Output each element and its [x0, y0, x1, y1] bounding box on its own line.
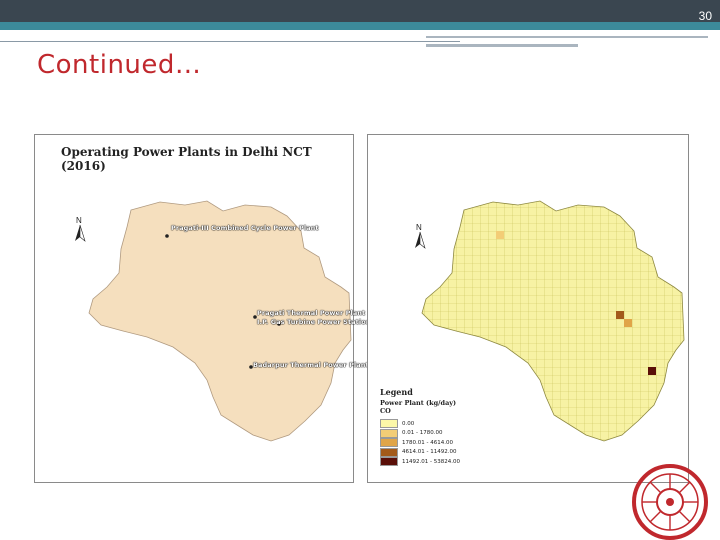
north-label: N: [76, 216, 82, 225]
legend-swatch: [380, 419, 398, 429]
north-arrow-icon: [75, 224, 86, 242]
slide-number: 30: [698, 9, 712, 23]
legend-swatch: [380, 457, 398, 467]
grid-cell-medium: [624, 319, 632, 327]
legend-label: 0.01 - 1780.00: [402, 430, 443, 437]
map-legend: Legend Power Plant (kg/day) CO 0.00 0.01 …: [380, 387, 460, 467]
slide-title: Continued…: [37, 50, 202, 80]
institute-emblem-logo: [632, 464, 708, 540]
header-decor-line: [426, 44, 578, 47]
legend-row: 11492.01 - 53824.00: [380, 457, 460, 467]
legend-row: 0.00: [380, 419, 460, 429]
power-plants-map-panel: Operating Power Plants in Delhi NCT (201…: [34, 134, 370, 483]
legend-label: 4614.01 - 11492.00: [402, 449, 457, 456]
legend-label: 11492.01 - 53824.00: [402, 458, 460, 465]
legend-pollutant: CO: [380, 407, 391, 415]
legend-swatch: [380, 447, 398, 457]
north-arrow-icon: [415, 231, 426, 249]
north-label: N: [416, 223, 422, 232]
co-emission-map-panel: N Legend Power Plant (kg/day) CO 0.00 0.0…: [367, 134, 689, 483]
legend-row: 0.01 - 1780.00: [380, 428, 460, 439]
legend-label: 1780.01 - 4614.00: [402, 439, 453, 446]
plant-marker: [165, 234, 169, 238]
plant-label: I.P. Gas Turbine Power Station: [257, 318, 371, 326]
legend-label: 0.00: [402, 420, 415, 427]
legend-row: 1780.01 - 4614.00: [380, 438, 460, 448]
header-decor-line: [0, 41, 460, 42]
legend-subtitle: Power Plant (kg/day): [380, 399, 457, 407]
legend-swatch: [380, 428, 398, 438]
plant-label: Pragati Thermal Power Plant: [257, 309, 366, 317]
legend-title: Legend: [380, 387, 413, 397]
header-decor-line: [426, 36, 708, 38]
legend-swatch: [380, 438, 398, 448]
header-bar: [0, 0, 720, 22]
header-accent-bar: [0, 22, 720, 30]
plant-label: Pragati-III Combined Cycle Power Plant: [171, 224, 319, 232]
grid-cell-low: [496, 231, 504, 239]
grid-cell-highest: [648, 367, 656, 375]
plant-label: Badarpur Thermal Power Plant: [253, 361, 369, 369]
grid-cell-high: [616, 311, 624, 319]
legend-row: 4614.01 - 11492.00: [380, 447, 460, 458]
